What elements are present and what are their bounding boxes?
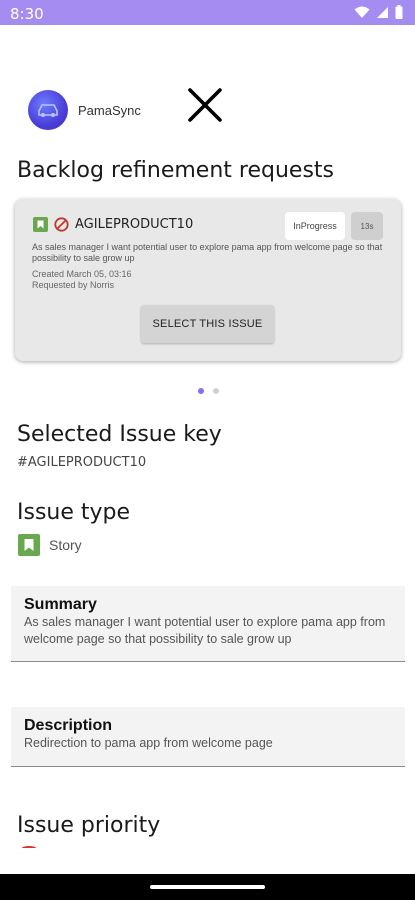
issue-type-row: Story	[18, 534, 82, 556]
app-logo	[28, 90, 68, 130]
description-label: Description	[24, 717, 113, 734]
selected-issue-title: Selected Issue key	[17, 422, 222, 447]
description-field[interactable]: Description Redirection to pama app from…	[11, 707, 405, 767]
app-name: PamaSync	[78, 102, 141, 118]
pagination-dots	[198, 388, 219, 394]
backlog-title: Backlog refinement requests	[17, 158, 334, 183]
issue-type-value: Story	[49, 537, 82, 553]
app-header: PamaSync	[28, 90, 141, 130]
page-dot[interactable]	[213, 388, 219, 394]
status-time: 8:30	[10, 5, 44, 23]
car-icon	[38, 104, 58, 117]
card-created: Created March 05, 03:16	[32, 269, 132, 279]
issue-card[interactable]: AGILEPRODUCT10 InProgress 13s As sales m…	[15, 199, 401, 361]
home-indicator[interactable]	[150, 885, 265, 889]
priority-icon	[22, 846, 36, 850]
blocked-icon	[54, 217, 69, 232]
summary-field[interactable]: Summary As sales manager I want potentia…	[11, 586, 405, 662]
card-header: AGILEPRODUCT10	[33, 217, 193, 232]
summary-text: As sales manager I want potential user t…	[24, 615, 386, 646]
selected-issue-key: #AGILEPRODUCT10	[17, 455, 147, 470]
status-bar: 8:30	[0, 0, 415, 25]
story-bookmark-icon	[18, 534, 40, 556]
card-issue-key: AGILEPRODUCT10	[75, 217, 194, 232]
status-icons	[354, 5, 403, 19]
description-text: Redirection to pama app from welcome pag…	[24, 736, 273, 750]
select-issue-button[interactable]: SELECT THIS ISSUE	[141, 305, 274, 343]
issue-priority-title: Issue priority	[17, 813, 161, 838]
summary-label: Summary	[24, 596, 97, 613]
story-points-badge: 13s	[351, 212, 383, 240]
battery-icon	[395, 5, 403, 19]
navigation-bar	[0, 874, 415, 900]
status-badge: InProgress	[285, 212, 345, 240]
wifi-icon	[354, 6, 370, 18]
cellular-signal-icon	[377, 6, 388, 18]
card-description: As sales manager I want potential user t…	[32, 242, 383, 263]
page-dot-active[interactable]	[198, 388, 204, 394]
card-requested-by: Requested by Norris	[32, 280, 115, 290]
close-icon[interactable]	[186, 86, 224, 124]
story-bookmark-icon	[33, 217, 48, 232]
issue-type-title: Issue type	[17, 500, 131, 525]
